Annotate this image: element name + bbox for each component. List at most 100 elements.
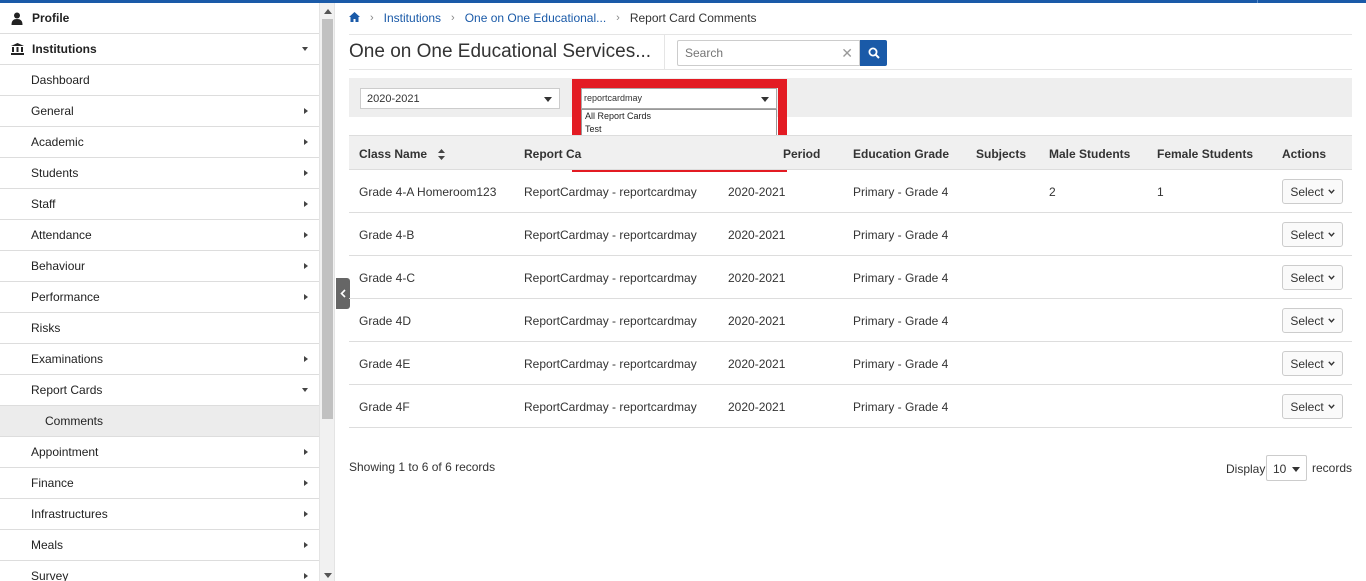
- breadcrumb-separator: ›: [451, 12, 455, 24]
- search-input[interactable]: [678, 41, 838, 65]
- column-header-male-students[interactable]: Male Students: [1049, 147, 1130, 161]
- chevron-right-icon: [304, 139, 308, 145]
- cell-grade: Primary - Grade 4: [853, 357, 949, 371]
- sidebar-item-appointment[interactable]: Appointment: [0, 437, 319, 468]
- sidebar-item-label: Academic: [31, 135, 84, 149]
- sidebar-item-profile[interactable]: Profile: [0, 3, 319, 34]
- select-action-label: Select: [1290, 313, 1324, 328]
- page-size-select[interactable]: 10: [1266, 455, 1307, 481]
- search-icon: [868, 47, 880, 59]
- cell-grade: Primary - Grade 4: [853, 314, 949, 328]
- select-action-button[interactable]: Select: [1282, 394, 1343, 419]
- sidebar-item-performance[interactable]: Performance: [0, 282, 319, 313]
- chevron-right-icon: [304, 201, 308, 207]
- clear-icon[interactable]: ✕: [841, 45, 853, 62]
- sidebar-item-risks[interactable]: Risks: [0, 313, 319, 344]
- caret-down-icon: [544, 97, 552, 102]
- chevron-down-icon: [302, 388, 308, 392]
- cell-class-name: Grade 4F: [359, 400, 410, 414]
- select-action-button[interactable]: Select: [1282, 265, 1343, 290]
- sidebar-item-academic[interactable]: Academic: [0, 127, 319, 158]
- sidebar-item-students[interactable]: Students: [0, 158, 319, 189]
- sidebar-item-examinations[interactable]: Examinations: [0, 344, 319, 375]
- page-title: One on One Educational Services...: [349, 41, 652, 62]
- column-header-period[interactable]: Period: [783, 147, 820, 161]
- chevron-right-icon: [304, 170, 308, 176]
- column-header-education-grade[interactable]: Education Grade: [853, 147, 949, 161]
- select-action-button[interactable]: Select: [1282, 308, 1343, 333]
- cell-grade: Primary - Grade 4: [853, 271, 949, 285]
- sidebar-item-infrastructures[interactable]: Infrastructures: [0, 499, 319, 530]
- sidebar-item-label: Students: [31, 166, 79, 180]
- scroll-down-arrow-icon[interactable]: [324, 573, 332, 578]
- breadcrumb-institution[interactable]: One on One Educational...: [465, 11, 606, 25]
- chevron-left-icon: [340, 289, 346, 298]
- cell-report-card: ReportCardmay - reportcardmay: [524, 400, 697, 414]
- sidebar-item-survey[interactable]: Survey: [0, 561, 319, 581]
- chevron-down-icon: [1327, 275, 1335, 280]
- chevron-down-icon: [1327, 189, 1335, 194]
- sidebar-item-meals[interactable]: Meals: [0, 530, 319, 561]
- academic-period-select[interactable]: 2020-2021: [360, 88, 560, 109]
- sidebar-item-comments[interactable]: Comments: [0, 406, 319, 437]
- chevron-right-icon: [304, 294, 308, 300]
- sidebar-item-label: Institutions: [32, 42, 97, 56]
- cell-class-name: Grade 4E: [359, 357, 411, 371]
- breadcrumb-current: Report Card Comments: [629, 11, 757, 25]
- collapse-sidebar-button[interactable]: [336, 278, 350, 309]
- sort-icon[interactable]: [438, 149, 446, 161]
- select-action-button[interactable]: Select: [1282, 222, 1343, 247]
- cell-period: 2020-2021: [728, 357, 786, 371]
- caret-down-icon: [1292, 467, 1300, 472]
- sidebar-item-behaviour[interactable]: Behaviour: [0, 251, 319, 282]
- select-action-button[interactable]: Select: [1282, 179, 1343, 204]
- divider: [349, 34, 1352, 35]
- sidebar-item-dashboard[interactable]: Dashboard: [0, 65, 319, 96]
- sidebar-item-finance[interactable]: Finance: [0, 468, 319, 499]
- chevron-down-icon: [1327, 232, 1335, 237]
- sidebar-item-label: General: [31, 104, 74, 118]
- sidebar-item-report-cards[interactable]: Report Cards: [0, 375, 319, 406]
- sidebar-item-institutions[interactable]: Institutions: [0, 34, 319, 65]
- cell-report-card: ReportCardmay - reportcardmay: [524, 228, 697, 242]
- divider: [664, 35, 665, 69]
- sidebar: Profile Institutions Dashboard General Aca…: [0, 3, 319, 581]
- sidebar-item-attendance[interactable]: Attendance: [0, 220, 319, 251]
- search-button[interactable]: [860, 40, 887, 66]
- select-action-button[interactable]: Select: [1282, 351, 1343, 376]
- select-action-label: Select: [1290, 356, 1324, 371]
- chevron-right-icon: [304, 108, 308, 114]
- scroll-thumb[interactable]: [322, 19, 333, 419]
- sidebar-scrollbar[interactable]: [319, 3, 335, 581]
- column-header-subjects[interactable]: Subjects: [976, 147, 1026, 161]
- cell-period: 2020-2021: [728, 400, 786, 414]
- home-icon[interactable]: [349, 11, 360, 25]
- sidebar-item-label: Examinations: [31, 352, 104, 366]
- sidebar-item-staff[interactable]: Staff: [0, 189, 319, 220]
- sidebar-item-general[interactable]: General: [0, 96, 319, 127]
- select-action-label: Select: [1290, 184, 1324, 199]
- table-row: Grade 4F ReportCardmay - reportcardmay 202…: [349, 385, 1352, 428]
- report-card-select[interactable]: reportcardmay: [581, 88, 777, 109]
- chevron-right-icon: [304, 232, 308, 238]
- chevron-right-icon: [304, 573, 308, 579]
- table-row: Grade 4-B ReportCardmay - reportcardmay 20…: [349, 213, 1352, 256]
- divider: [349, 69, 1352, 70]
- sidebar-item-label: Comments: [45, 414, 104, 428]
- cell-class-name: Grade 4D: [359, 314, 412, 328]
- sidebar-item-label: Risks: [31, 321, 61, 335]
- sidebar-item-label: Staff: [31, 197, 56, 211]
- breadcrumb-institutions[interactable]: Institutions: [384, 11, 441, 25]
- sidebar-item-label: Report Cards: [31, 383, 103, 397]
- dropdown-option[interactable]: All Report Cards: [582, 110, 776, 123]
- column-header-female-students[interactable]: Female Students: [1157, 147, 1253, 161]
- cell-class-name: Grade 4-B: [359, 228, 415, 242]
- cell-report-card: ReportCardmay - reportcardmay: [524, 357, 697, 371]
- table-row: Grade 4E ReportCardmay - reportcardmay 202…: [349, 342, 1352, 385]
- column-header-report-card[interactable]: Report Ca: [524, 147, 581, 161]
- select-action-label: Select: [1290, 270, 1324, 285]
- column-header-class-name[interactable]: Class Name: [359, 147, 446, 161]
- chevron-right-icon: [304, 449, 308, 455]
- scroll-up-arrow-icon[interactable]: [324, 9, 332, 14]
- sidebar-item-label: Finance: [31, 476, 74, 490]
